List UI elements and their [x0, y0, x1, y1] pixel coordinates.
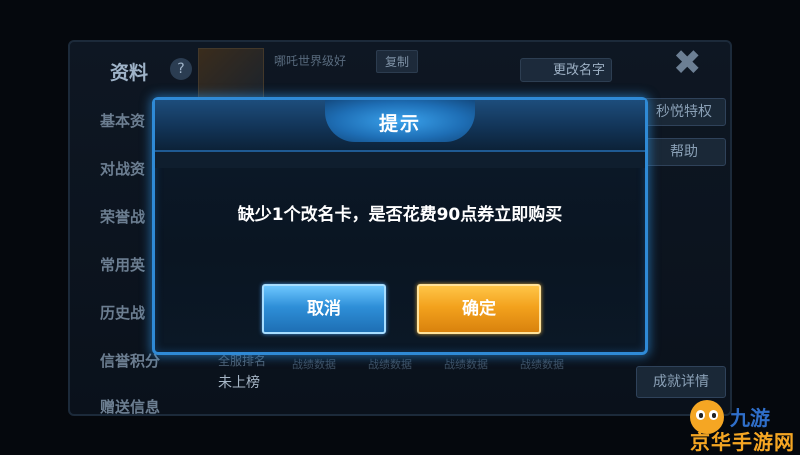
side-tab[interactable]: 常用英: [100, 254, 145, 275]
rank-value: 未上榜: [218, 375, 260, 391]
dialog-header: 提示: [155, 100, 645, 152]
prompt-dialog: 提示 缺少1个改名卡，是否花费90点券立即购买 取消 确定: [152, 97, 648, 355]
side-tab[interactable]: 基本资: [100, 110, 145, 131]
stat-label: 战绩数据: [368, 358, 412, 371]
side-tab[interactable]: 荣誉战: [100, 206, 145, 227]
watermark-site: 京华手游网: [690, 430, 795, 454]
player-name: 哪吒世界级好: [274, 54, 347, 68]
copy-button[interactable]: 复制: [376, 50, 419, 73]
panel-title: 资料: [110, 62, 149, 84]
stat-label: 战绩数据: [444, 358, 488, 371]
achievement-button[interactable]: 成就详情: [636, 366, 726, 398]
close-icon[interactable]: ✖: [673, 46, 702, 80]
dialog-title: 提示: [378, 113, 421, 135]
avatar: [198, 48, 264, 98]
mascot-eye-icon: [709, 410, 718, 420]
help-button[interactable]: 帮助: [642, 138, 726, 166]
header-divider: [155, 152, 645, 168]
side-tab[interactable]: 赠送信息: [100, 396, 160, 417]
side-tab[interactable]: 对战资: [100, 158, 145, 179]
help-icon[interactable]: ?: [170, 58, 192, 80]
side-tab[interactable]: 历史战: [100, 302, 145, 323]
side-tab[interactable]: 信誉积分: [100, 350, 160, 371]
stat-label: 战绩数据: [292, 358, 336, 371]
privilege-button[interactable]: 秒悦特权: [642, 98, 726, 126]
dialog-message: 缺少1个改名卡，是否花费90点券立即购买: [237, 205, 563, 225]
cancel-button[interactable]: 取消: [262, 284, 386, 334]
confirm-button[interactable]: 确定: [417, 284, 541, 334]
rename-button[interactable]: 更改名字: [520, 58, 612, 82]
stat-label: 战绩数据: [520, 358, 564, 371]
mascot-eye-icon: [696, 410, 705, 420]
